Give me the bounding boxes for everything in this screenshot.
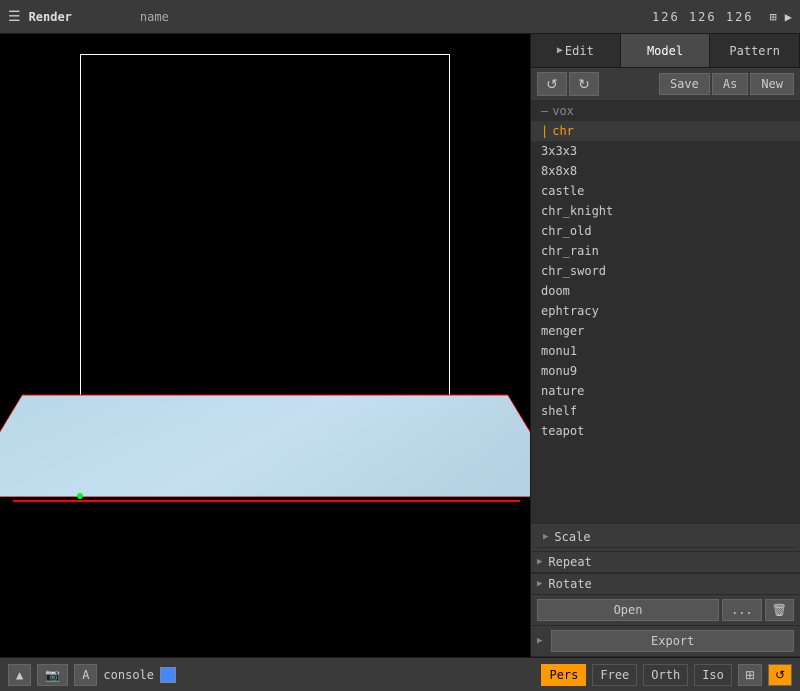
model-item[interactable]: —vox [531, 101, 800, 121]
model-item[interactable]: monu9 [531, 361, 800, 381]
model-item[interactable]: castle [531, 181, 800, 201]
model-item[interactable]: teapot [531, 421, 800, 441]
vertical-line-right [449, 54, 450, 414]
repeat-label: Repeat [548, 555, 591, 569]
model-item[interactable]: shelf [531, 401, 800, 421]
camera-button[interactable]: 📷 [37, 664, 68, 686]
export-button[interactable]: Export [551, 630, 794, 652]
edit-arrow: ▶ [557, 45, 563, 56]
export-caret: ▶ [537, 636, 542, 646]
model-item[interactable]: nature [531, 381, 800, 401]
dots-button[interactable]: ... [722, 599, 762, 621]
rotate-label: Rotate [548, 577, 591, 591]
new-button[interactable]: New [750, 73, 794, 95]
panel-arrow-icon[interactable]: ▶ [785, 10, 792, 24]
model-item[interactable]: ephtracy [531, 301, 800, 321]
scale-caret: ▶ [543, 532, 548, 542]
model-list: —vox|chr3x3x38x8x8castlechr_knightchr_ol… [531, 101, 800, 523]
scale-row[interactable]: ▶ Scale [537, 527, 794, 548]
tab-edit[interactable]: ▶ Edit [531, 34, 621, 67]
rgb-values: 126 126 126 [652, 10, 753, 24]
model-item[interactable]: 3x3x3 [531, 141, 800, 161]
model-list-panel: —vox|chr3x3x38x8x8castlechr_knightchr_ol… [531, 101, 800, 523]
undo-redo-group: ↺ ↻ [537, 72, 599, 96]
green-corner-dot [77, 493, 83, 499]
model-item[interactable]: chr_old [531, 221, 800, 241]
rotate-row[interactable]: ▶ Rotate [531, 574, 800, 595]
save-button[interactable]: Save [659, 73, 710, 95]
a-button[interactable]: A [74, 664, 97, 686]
scale-section: ▶ Scale [531, 523, 800, 551]
trash-button[interactable]: 🗑 [765, 599, 794, 621]
pers-button[interactable]: Pers [541, 664, 586, 686]
scene-container [0, 34, 530, 657]
horizontal-line-top [80, 54, 450, 55]
as-button[interactable]: As [712, 73, 748, 95]
model-label: Model [647, 44, 683, 58]
scale-label: Scale [554, 530, 590, 544]
grid-plane [0, 395, 530, 497]
tab-pattern[interactable]: Pattern [710, 34, 800, 67]
vertical-line-left [80, 54, 81, 414]
rotate-button[interactable]: ↺ [768, 664, 792, 686]
model-item[interactable]: chr_rain [531, 241, 800, 261]
redo-button[interactable]: ↻ [569, 72, 599, 96]
color-swatch[interactable] [160, 667, 176, 683]
console-label: console [103, 668, 154, 682]
orth-button[interactable]: Orth [643, 664, 688, 686]
iso-button[interactable]: Iso [694, 664, 732, 686]
viewport[interactable] [0, 34, 530, 657]
up-arrow-button[interactable]: ▲ [8, 664, 31, 686]
edit-label: Edit [565, 44, 594, 58]
rotate-section: ▶ Rotate [531, 573, 800, 595]
grid-button[interactable]: ⊞ [738, 664, 762, 686]
menu-icon[interactable]: ☰ [8, 9, 21, 25]
repeat-row[interactable]: ▶ Repeat [531, 552, 800, 573]
repeat-section: ▶ Repeat [531, 551, 800, 573]
status-bar: ▲ 📷 A console Pers Free Orth Iso ⊞ ↺ [0, 657, 800, 691]
top-bar: ☰ Render name 126 126 126 ⊞ ▶ [0, 0, 800, 34]
pattern-label: Pattern [729, 44, 780, 58]
resize-icon[interactable]: ⊞ [770, 10, 777, 24]
undo-button[interactable]: ↺ [537, 72, 567, 96]
model-item[interactable]: menger [531, 321, 800, 341]
model-item[interactable]: chr_sword [531, 261, 800, 281]
repeat-caret: ▶ [537, 557, 542, 567]
name-label: name [140, 10, 169, 24]
red-bottom-line [13, 500, 520, 502]
tab-model[interactable]: Model [621, 34, 711, 67]
model-item[interactable]: doom [531, 281, 800, 301]
right-panel: ▶ Edit Model Pattern ↺ ↻ Save As New [530, 34, 800, 657]
save-buttons: Save As New [659, 73, 794, 95]
open-row: Open ... 🗑 [531, 595, 800, 626]
free-button[interactable]: Free [592, 664, 637, 686]
export-row: ▶ Export [531, 626, 800, 657]
model-item[interactable]: |chr [531, 121, 800, 141]
model-item[interactable]: 8x8x8 [531, 161, 800, 181]
rotate-caret: ▶ [537, 579, 542, 589]
save-row: ↺ ↻ Save As New [531, 68, 800, 101]
model-item[interactable]: monu1 [531, 341, 800, 361]
open-button[interactable]: Open [537, 599, 719, 621]
top-tabs: ▶ Edit Model Pattern [531, 34, 800, 68]
render-label: Render [29, 10, 72, 24]
main-area: ▶ Edit Model Pattern ↺ ↻ Save As New [0, 34, 800, 657]
model-item[interactable]: chr_knight [531, 201, 800, 221]
